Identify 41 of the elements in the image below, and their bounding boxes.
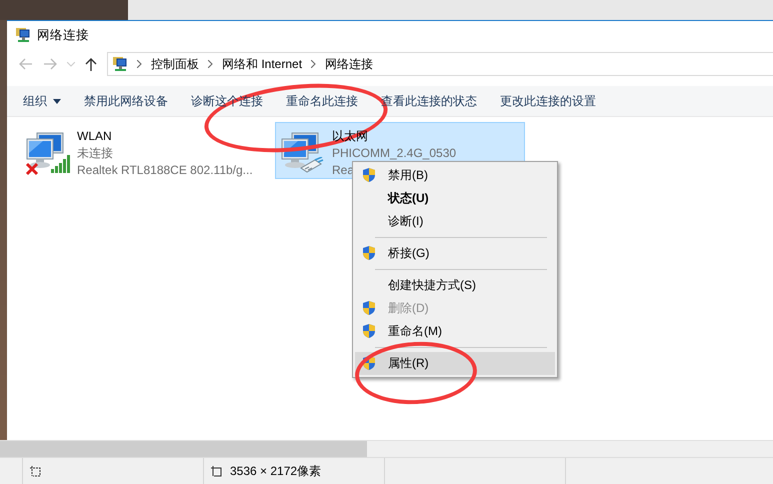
cable-plug-icon — [300, 157, 324, 173]
menu-item[interactable]: 属性(R) — [355, 352, 555, 375]
menu-item[interactable]: 状态(U) — [355, 187, 555, 210]
image-size-icon — [210, 465, 224, 477]
toolbar-button[interactable]: 更改此连接的设置 — [490, 88, 609, 114]
chevron-icon — [137, 60, 142, 68]
chevron-icon — [208, 60, 213, 68]
menu-item[interactable]: 重命名(M) — [355, 320, 555, 343]
menu-item[interactable]: 桥接(G) — [355, 242, 555, 265]
adapter-name: Realtek RTL8188CE 802.11b/g... — [77, 162, 253, 178]
breadcrumb[interactable]: 控制面板 — [151, 56, 199, 72]
shield-icon — [362, 245, 376, 261]
connection-item[interactable]: WLAN 未连接 Realtek RTL8188CE 802.11b/g... — [20, 122, 270, 179]
breadcrumb[interactable]: 网络连接 — [325, 56, 374, 72]
menu-item[interactable]: 创建快捷方式(S) — [355, 274, 555, 297]
back-icon[interactable] — [19, 58, 33, 70]
shield-icon — [362, 323, 376, 339]
toolbar-button[interactable]: 禁用此网络设备 — [74, 88, 181, 114]
scrollbar-thumb[interactable] — [0, 441, 367, 457]
organize-menu[interactable]: 组织 — [13, 88, 74, 114]
address-bar[interactable]: 控制面板 网络和 Internet 网络连接 — [107, 52, 773, 76]
up-arrow-icon[interactable] — [85, 57, 97, 71]
chevron-icon — [311, 60, 316, 68]
shield-icon — [362, 355, 376, 371]
selection-icon — [29, 465, 43, 477]
breadcrumb[interactable]: 网络和 Internet — [222, 56, 302, 72]
signal-bars-icon — [51, 155, 71, 173]
toolbar-button[interactable]: 重命名此连接 — [276, 88, 371, 114]
shield-icon — [362, 300, 376, 316]
connection-status: PHICOMM_2.4G_0530 — [332, 145, 456, 161]
menu-item[interactable]: 诊断(I) — [355, 210, 555, 233]
window-title: 网络连接 — [37, 26, 89, 44]
forward-icon[interactable] — [43, 58, 57, 70]
history-caret-icon[interactable] — [67, 62, 75, 66]
image-dimensions: 3536 × 2172像素 — [230, 462, 322, 480]
shield-icon — [362, 167, 376, 183]
connection-name: WLAN — [77, 128, 112, 144]
network-folder-icon — [112, 56, 128, 72]
connection-status: 未连接 — [77, 145, 113, 161]
network-folder-icon — [15, 27, 31, 43]
caret-icon — [53, 98, 61, 104]
